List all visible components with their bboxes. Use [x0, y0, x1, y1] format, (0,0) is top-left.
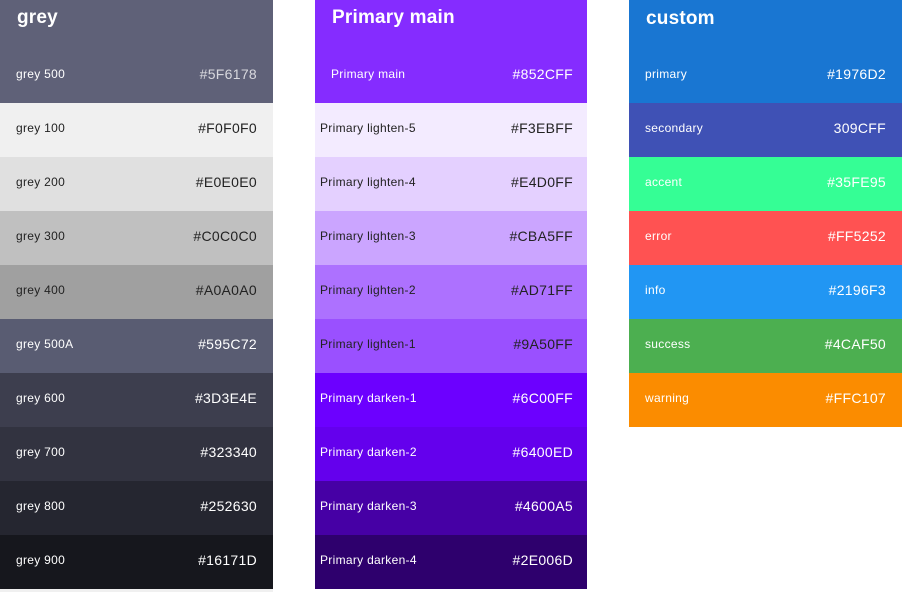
grey-swatch-hex: #16171D: [198, 552, 257, 568]
primary-swatch-name: Primary darken-2: [320, 445, 417, 459]
primary-swatch-hex: #6C00FF: [512, 390, 573, 406]
custom-swatch-name: accent: [645, 175, 683, 189]
primary-swatch-hex: #AD71FF: [510, 282, 573, 298]
grey-swatch-name: grey 200: [16, 175, 66, 189]
primary-swatch: Primary main #852CFF: [315, 49, 587, 103]
primary-swatch: Primary lighten-3 #CBA5FF: [315, 211, 587, 265]
custom-swatch-name: info: [645, 283, 666, 297]
primary-swatch-name: Primary lighten-3: [320, 229, 416, 243]
custom-swatch-hex: #35FE95: [827, 174, 886, 190]
primary-swatch: Primary darken-3 #4600A5: [315, 481, 587, 535]
grey-swatch-list: grey 500 #5F6178 grey 100 #F0F0F0 grey 200 #E…: [0, 49, 273, 589]
custom-swatch-name: success: [645, 337, 691, 351]
custom-swatch: info #2196F3: [629, 265, 902, 319]
custom-swatch-hex: #1976D2: [827, 66, 886, 82]
primary-swatch-name: Primary lighten-5: [320, 121, 416, 135]
custom-swatch-hex: 309CFF: [833, 120, 886, 136]
primary-swatch-hex: #2E006D: [512, 552, 573, 568]
grey-title: grey: [17, 7, 58, 28]
primary-swatch-hex: #E4D0FF: [510, 174, 573, 190]
custom-swatch: warning #FFC107: [629, 373, 902, 427]
custom-swatch-list: primary #1976D2 secondary 309CFF accent #35FE…: [629, 49, 902, 427]
custom-swatch-name: warning: [645, 391, 690, 405]
grey-swatch: grey 100 #F0F0F0: [0, 103, 273, 157]
grey-swatch: grey 500A #595C72: [0, 319, 273, 373]
primary-swatch-hex: #6400ED: [512, 444, 573, 460]
primary-swatch-name: Primary lighten-2: [320, 283, 416, 297]
primary-swatch: Primary lighten-2 #AD71FF: [315, 265, 587, 319]
grey-swatch-name: grey 500A: [16, 337, 74, 351]
custom-swatch-hex: #FFC107: [825, 390, 886, 406]
grey-swatch-hex: #323340: [200, 444, 257, 460]
grey-swatch-hex: #C0C0C0: [193, 228, 257, 244]
grey-swatch-hex: #F0F0F0: [198, 120, 257, 136]
custom-swatch-hex: #4CAF50: [824, 336, 886, 352]
grey-swatch-name: grey 800: [16, 499, 66, 513]
grey-swatch-hex: #A0A0A0: [195, 282, 257, 298]
grey-swatch: grey 300 #C0C0C0: [0, 211, 273, 265]
custom-swatch-hex: #2196F3: [828, 282, 886, 298]
custom-palette-column: custom primary #1976D2 secondary 309CFF acce…: [629, 0, 902, 427]
grey-swatch: grey 200 #E0E0E0: [0, 157, 273, 211]
grey-swatch-name: grey 400: [16, 283, 66, 297]
grey-swatch-name: grey 100: [16, 121, 66, 135]
grey-swatch-hex: #5F6178: [199, 66, 257, 82]
primary-swatch: Primary lighten-1 #9A50FF: [315, 319, 587, 373]
grey-swatch-hex: #E0E0E0: [195, 174, 257, 190]
primary-title: Primary main: [332, 7, 455, 28]
primary-swatch: Primary darken-2 #6400ED: [315, 427, 587, 481]
grey-swatch-hex: #3D3E4E: [194, 390, 257, 406]
grey-swatch: grey 600 #3D3E4E: [0, 373, 273, 427]
custom-swatch: error #FF5252: [629, 211, 902, 265]
grey-swatch-name: grey 700: [16, 445, 66, 459]
primary-swatch-list: Primary main #852CFF Primary lighten-5 #F3E…: [315, 49, 587, 589]
custom-swatch-name: primary: [645, 67, 688, 81]
grey-swatch: grey 400 #A0A0A0: [0, 265, 273, 319]
primary-palette-column: Primary main Primary main #852CFF Primary …: [315, 0, 587, 592]
primary-swatch-name: Primary darken-3: [320, 499, 417, 513]
primary-swatch-name: Primary lighten-1: [320, 337, 416, 351]
primary-swatch-hex: #4600A5: [514, 498, 573, 514]
primary-swatch: Primary lighten-4 #E4D0FF: [315, 157, 587, 211]
grey-swatch-name: grey 900: [16, 553, 66, 567]
custom-swatch: success #4CAF50: [629, 319, 902, 373]
grey-swatch-name: grey 300: [16, 229, 66, 243]
custom-title: custom: [646, 8, 715, 29]
grey-swatch-hex: #252630: [200, 498, 257, 514]
primary-swatch-hex: #F3EBFF: [510, 120, 573, 136]
custom-swatch-name: secondary: [645, 121, 704, 135]
primary-swatch-name: Primary darken-1: [320, 391, 417, 405]
primary-swatch: Primary lighten-5 #F3EBFF: [315, 103, 587, 157]
grey-swatch-name: grey 600: [16, 391, 66, 405]
primary-swatch-name: Primary darken-4: [320, 553, 417, 567]
primary-swatch: Primary darken-1 #6C00FF: [315, 373, 587, 427]
custom-header: custom: [629, 0, 902, 49]
primary-swatch: Primary darken-4 #2E006D: [315, 535, 587, 589]
primary-swatch-hex: #9A50FF: [513, 336, 573, 352]
grey-swatch: grey 800 #252630: [0, 481, 273, 535]
primary-swatch-hex: #CBA5FF: [509, 228, 573, 244]
primary-swatch-hex: #852CFF: [512, 66, 573, 82]
grey-swatch: grey 700 #323340: [0, 427, 273, 481]
grey-swatch: grey 900 #16171D: [0, 535, 273, 589]
custom-swatch: primary #1976D2: [629, 49, 902, 103]
custom-swatch: accent #35FE95: [629, 157, 902, 211]
grey-header: grey: [0, 0, 273, 49]
custom-swatch: secondary 309CFF: [629, 103, 902, 157]
custom-swatch-hex: #FF5252: [827, 228, 886, 244]
grey-palette-column: grey grey 500 #5F6178 grey 100 #F0F0F0 grey …: [0, 0, 273, 592]
primary-swatch-name: Primary lighten-4: [320, 175, 416, 189]
grey-swatch: grey 500 #5F6178: [0, 49, 273, 103]
primary-header: Primary main: [315, 0, 587, 49]
grey-swatch-name: grey 500: [16, 67, 66, 81]
grey-swatch-hex: #595C72: [198, 336, 257, 352]
custom-swatch-name: error: [645, 229, 672, 243]
primary-swatch-name: Primary main: [331, 67, 406, 81]
